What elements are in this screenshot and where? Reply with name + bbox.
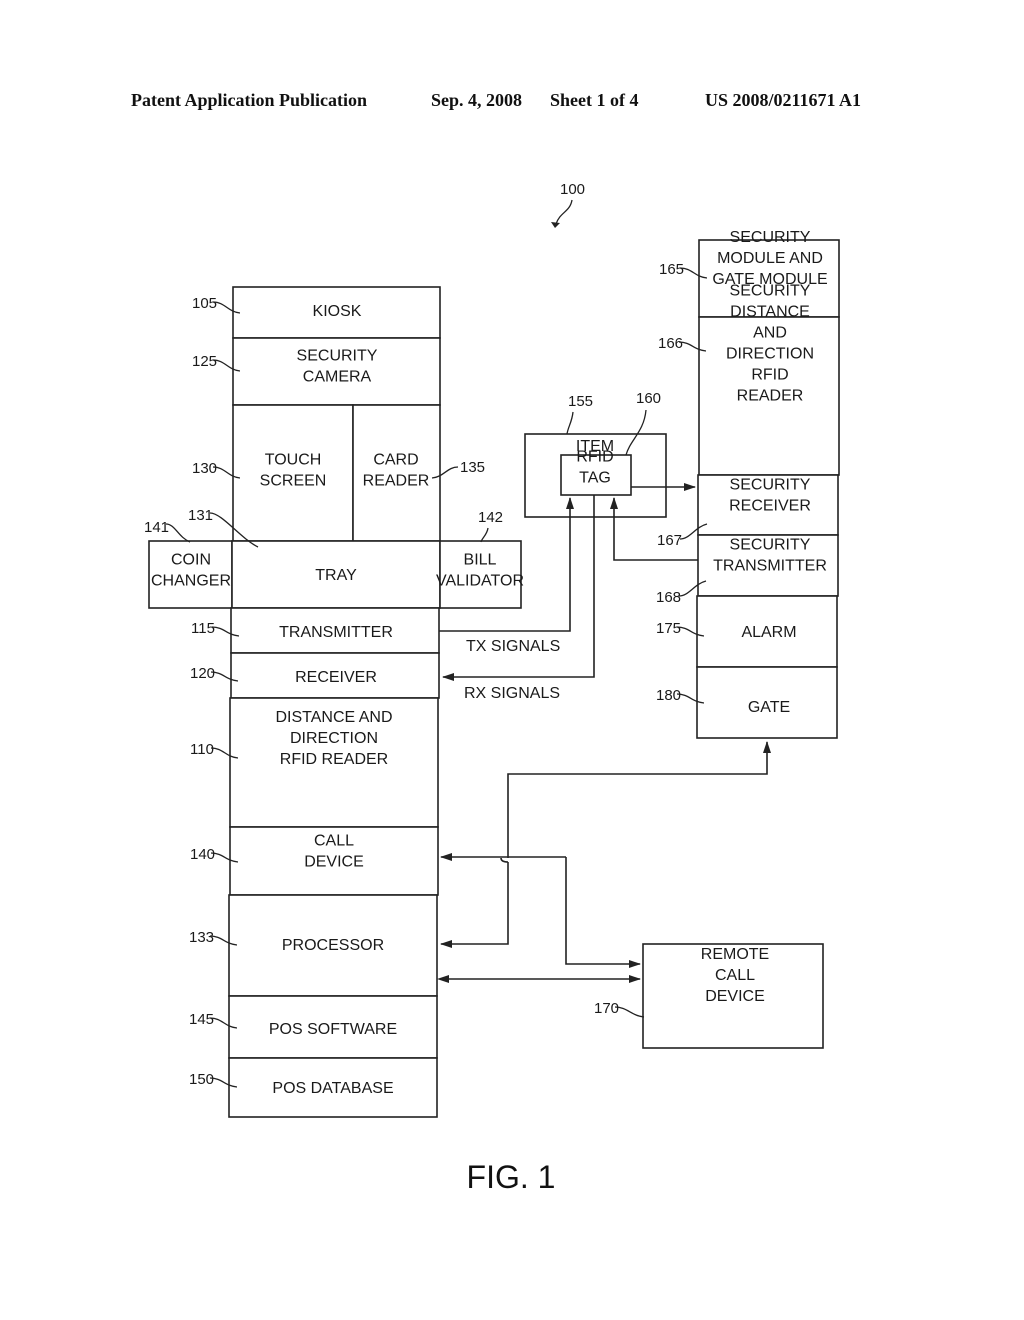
card-reader-label-line: CARD <box>373 452 418 469</box>
ref-141: 141 <box>144 519 169 536</box>
call-device-label-line: CALL <box>314 833 354 850</box>
security-reader-label-line: RFID <box>751 367 788 384</box>
ref-125: 125 <box>192 353 217 370</box>
rfid-tag-label-line: RFID <box>576 449 613 466</box>
ref-166: 166 <box>658 335 683 352</box>
bill-validator-label-line: VALIDATOR <box>436 573 524 590</box>
touch-screen-label-line: SCREEN <box>260 473 327 490</box>
remote-call-device-label-line: DEVICE <box>705 988 765 1005</box>
processor-label-line: PROCESSOR <box>282 937 384 954</box>
security-reader-label-line: SECURITY <box>730 283 811 300</box>
ref-167: 167 <box>657 532 682 549</box>
ref-180: 180 <box>656 687 681 704</box>
ref-170: 170 <box>594 1000 619 1017</box>
ref-170-leader <box>614 1006 645 1018</box>
card-reader-label-line: READER <box>363 473 430 490</box>
rfid-reader-label-line: DIRECTION <box>290 730 378 747</box>
pos-software-label: POS SOFTWARE <box>269 1021 397 1038</box>
rfid-tag-label-line: TAG <box>579 470 611 487</box>
rfid-reader-label-line: RFID READER <box>280 751 388 768</box>
pos-software-label-line: POS SOFTWARE <box>269 1021 397 1038</box>
security-camera-label-line: CAMERA <box>303 369 372 386</box>
ref-160: 160 <box>636 390 661 407</box>
figure-caption: FIG. 1 <box>467 1159 556 1195</box>
processor-to-gate-arrow <box>507 741 771 858</box>
wire-crossover-hop <box>500 857 509 863</box>
transmitter-label-line: TRANSMITTER <box>279 624 393 641</box>
security-camera-label-line: SECURITY <box>297 348 378 365</box>
touch-screen-label-line: TOUCH <box>265 452 322 469</box>
rfid-reader-label-line: DISTANCE AND <box>275 709 392 726</box>
security-reader-label-line: READER <box>737 388 804 405</box>
ref-141-leader <box>165 523 191 543</box>
pos-database-label-line: POS DATABASE <box>272 1080 393 1097</box>
bill-validator-label-line: BILL <box>464 552 497 569</box>
ref-165: 165 <box>659 261 684 278</box>
tray-label: TRAY <box>315 567 357 584</box>
ref-175: 175 <box>656 620 681 637</box>
ref-142: 142 <box>478 509 503 526</box>
rfid-reader-label: DISTANCE AND DIRECTION RFID READER <box>275 709 392 768</box>
coin-changer-label-line: COIN <box>171 552 211 569</box>
pos-database-label: POS DATABASE <box>272 1080 393 1097</box>
tx-signals-label: TX SIGNALS <box>466 638 560 655</box>
ref-155-leader <box>566 411 574 435</box>
transmitter-label: TRANSMITTER <box>279 624 393 641</box>
gate-label-line: GATE <box>748 699 790 716</box>
gate-label: GATE <box>748 699 790 716</box>
kiosk-stack <box>148 286 522 1118</box>
ref-100-arrowhead <box>551 222 560 228</box>
coin-changer-label-line: CHANGER <box>151 573 231 590</box>
rx-signals-label: RX SIGNALS <box>464 685 560 702</box>
ref-110: 110 <box>190 741 214 758</box>
ref-120: 120 <box>190 665 215 682</box>
call-device-label-line: DEVICE <box>304 854 364 871</box>
security-transmitter-label-line: TRANSMITTER <box>713 558 827 575</box>
security-module-label-line: SECURITY <box>730 229 811 246</box>
call-device-to-remote-arrow <box>565 857 641 968</box>
receiver-label-line: RECEIVER <box>295 669 377 686</box>
security-reader-label-line: AND <box>753 325 787 342</box>
security-module-label-line: MODULE AND <box>717 250 823 267</box>
block-diagram: 100 TX SIGNALS RX SIGNALS FIG. 1 KIOSKSE… <box>144 181 840 1195</box>
ref-150: 150 <box>189 1071 214 1088</box>
ref-100: 100 <box>560 181 585 198</box>
ref-131: 131 <box>188 507 213 524</box>
ref-133: 133 <box>189 929 214 946</box>
processor-link-arrow <box>440 862 509 948</box>
alarm-label: ALARM <box>741 624 796 641</box>
receiver-label: RECEIVER <box>295 669 377 686</box>
processor-label: PROCESSOR <box>282 937 384 954</box>
tray-label-line: TRAY <box>315 567 357 584</box>
ref-105: 105 <box>192 295 217 312</box>
kiosk-label-line: KIOSK <box>313 303 362 320</box>
remote-call-device-label-line: CALL <box>715 967 755 984</box>
ref-135: 135 <box>460 459 485 476</box>
ref-130: 130 <box>192 460 217 477</box>
ref-115: 115 <box>191 620 215 637</box>
kiosk-label: KIOSK <box>313 303 362 320</box>
ref-142-leader <box>480 527 489 543</box>
security-receiver-label-line: RECEIVER <box>729 498 811 515</box>
ref-140: 140 <box>190 846 215 863</box>
ref-100-leader <box>555 199 573 225</box>
security-transmitter-label-line: SECURITY <box>730 537 811 554</box>
security-reader-label-line: DIRECTION <box>726 346 814 363</box>
bidirectional-arrowhead-left <box>437 975 449 983</box>
security-receiver-label-line: SECURITY <box>730 477 811 494</box>
alarm-label-line: ALARM <box>741 624 796 641</box>
security-reader-label-line: DISTANCE <box>730 304 810 321</box>
ref-145: 145 <box>189 1011 214 1028</box>
remote-call-device-label-line: REMOTE <box>701 946 769 963</box>
ref-155: 155 <box>568 393 593 410</box>
security-module-label: SECURITY MODULE AND GATE MODULE <box>712 229 827 288</box>
ref-168: 168 <box>656 589 681 606</box>
